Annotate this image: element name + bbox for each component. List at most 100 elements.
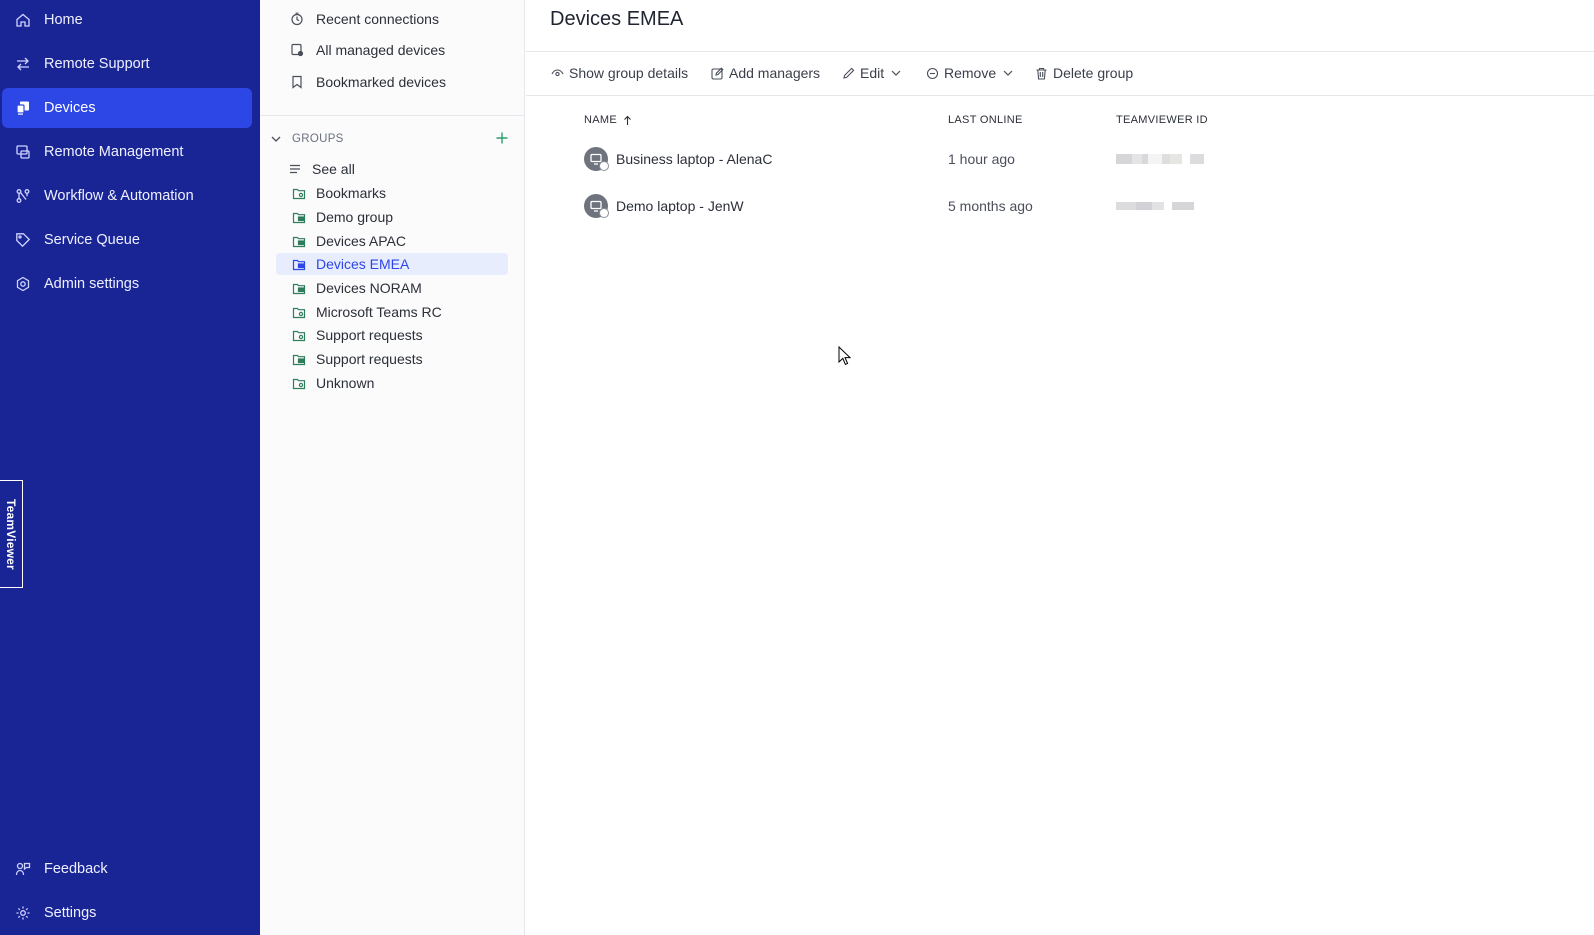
show-group-details-button[interactable]: Show group details xyxy=(551,65,688,81)
group-microsoft-teams-rc-label: Microsoft Teams RC xyxy=(316,304,442,320)
group-bookmarks-label: Bookmarks xyxy=(316,185,387,201)
home-icon xyxy=(14,11,32,29)
teamviewer-id-redacted xyxy=(1116,201,1194,210)
groups-header[interactable]: GROUPS xyxy=(270,129,515,149)
nav-admin-settings[interactable]: Admin settings xyxy=(2,264,252,304)
column-header-last-online[interactable]: LAST ONLINE xyxy=(948,114,1023,126)
device-last-online: 5 months ago xyxy=(948,198,1033,214)
group-unknown-label: Unknown xyxy=(316,375,375,391)
nav-workflow-label: Workflow & Automation xyxy=(44,188,194,204)
feedback-icon xyxy=(14,860,32,878)
managed-device-icon xyxy=(291,43,304,57)
group-microsoft-teams-rc[interactable]: Microsoft Teams RC xyxy=(276,301,508,323)
group-devices-emea-label: Devices EMEA xyxy=(316,256,410,272)
group-support-requests-1[interactable]: Support requests xyxy=(276,324,508,346)
devices-panel: Recent connections All managed devices B… xyxy=(260,0,525,935)
nav-feedback[interactable]: Feedback xyxy=(2,849,252,889)
edit-label: Edit xyxy=(860,65,885,81)
recent-connections-link[interactable]: Recent connections xyxy=(290,11,439,27)
column-header-name[interactable]: NAME xyxy=(584,114,633,126)
table-row[interactable]: Business laptop - AlenaC 1 hour ago xyxy=(584,139,1284,179)
remote-management-icon xyxy=(14,143,32,161)
nav-devices[interactable]: Devices xyxy=(2,88,252,128)
group-bookmarks[interactable]: Bookmarks xyxy=(276,182,508,204)
trash-icon xyxy=(1036,67,1047,80)
nav-remote-management-label: Remote Management xyxy=(44,144,184,160)
eye-icon xyxy=(551,68,564,76)
column-header-name-label: NAME xyxy=(584,114,617,126)
minus-circle-icon xyxy=(926,67,939,79)
all-managed-devices-link[interactable]: All managed devices xyxy=(290,42,445,58)
nav-remote-support[interactable]: Remote Support xyxy=(2,44,252,84)
panel-divider xyxy=(260,115,525,116)
nav-admin-settings-label: Admin settings xyxy=(44,276,140,292)
main-content: Devices EMEA Show group details Add mana… xyxy=(526,0,1594,935)
bookmarked-devices-link[interactable]: Bookmarked devices xyxy=(290,74,446,90)
group-demo-group-label: Demo group xyxy=(316,209,394,225)
chevron-down-icon xyxy=(1003,70,1013,76)
sort-ascending-icon xyxy=(624,115,631,125)
group-devices-emea[interactable]: Devices EMEA xyxy=(276,253,508,275)
delete-group-label: Delete group xyxy=(1053,65,1134,81)
recent-connections-label: Recent connections xyxy=(316,11,439,27)
bookmark-icon xyxy=(292,75,302,89)
table-row[interactable]: Demo laptop - JenW 5 months ago xyxy=(584,186,1284,226)
device-name: Demo laptop - JenW xyxy=(616,198,744,214)
nav-service-queue-label: Service Queue xyxy=(44,232,140,248)
edit-square-icon xyxy=(711,66,724,80)
pencil-icon xyxy=(843,67,855,79)
add-managers-button[interactable]: Add managers xyxy=(711,65,820,81)
group-unknown[interactable]: Unknown xyxy=(276,372,508,394)
group-icon xyxy=(292,283,306,295)
group-support-requests-2-label: Support requests xyxy=(316,351,423,367)
gear-icon xyxy=(14,904,32,922)
teamviewer-brand-tab[interactable]: TeamViewer xyxy=(0,480,23,588)
admin-gear-icon xyxy=(14,275,32,293)
group-see-all[interactable]: See all xyxy=(276,158,508,180)
group-icon xyxy=(292,354,306,366)
nav-workflow-automation[interactable]: Workflow & Automation xyxy=(2,176,252,216)
group-shared-icon xyxy=(292,188,306,200)
offline-status-indicator xyxy=(599,208,609,218)
group-shared-icon xyxy=(292,330,306,342)
add-group-icon[interactable] xyxy=(495,131,509,145)
clock-icon xyxy=(291,12,303,26)
group-demo-group[interactable]: Demo group xyxy=(276,206,508,228)
group-see-all-label: See all xyxy=(312,161,355,177)
group-devices-noram[interactable]: Devices NORAM xyxy=(276,277,508,299)
remove-dropdown[interactable]: Remove xyxy=(926,65,1014,81)
column-header-teamviewer-id-label: TEAMVIEWER ID xyxy=(1116,114,1208,126)
page-title: Devices EMEA xyxy=(550,8,684,30)
teamviewer-id-redacted xyxy=(1116,154,1204,164)
offline-status-indicator xyxy=(599,161,609,171)
mouse-cursor xyxy=(838,346,852,366)
device-last-online: 1 hour ago xyxy=(948,151,1015,167)
edit-dropdown[interactable]: Edit xyxy=(842,65,902,81)
tag-icon xyxy=(14,231,32,249)
nav-remote-management[interactable]: Remote Management xyxy=(2,132,252,172)
add-managers-label: Add managers xyxy=(729,65,821,81)
delete-group-button[interactable]: Delete group xyxy=(1035,65,1133,81)
nav-service-queue[interactable]: Service Queue xyxy=(2,220,252,260)
device-name: Business laptop - AlenaC xyxy=(616,151,773,167)
chevron-down-icon xyxy=(891,70,901,76)
group-toolbar: Show group details Add managers Edit Rem… xyxy=(526,51,1594,96)
group-devices-apac[interactable]: Devices APAC xyxy=(276,230,508,252)
nav-home-label: Home xyxy=(44,12,83,28)
group-support-requests-2[interactable]: Support requests xyxy=(276,348,508,370)
nav-feedback-label: Feedback xyxy=(44,861,108,877)
show-group-details-label: Show group details xyxy=(569,65,689,81)
workflow-icon xyxy=(14,187,32,205)
bookmarked-devices-label: Bookmarked devices xyxy=(316,74,446,90)
nav-remote-support-label: Remote Support xyxy=(44,56,150,72)
groups-header-label: GROUPS xyxy=(292,133,344,145)
column-header-teamviewer-id[interactable]: TEAMVIEWER ID xyxy=(1116,114,1208,126)
group-shared-icon xyxy=(292,378,306,390)
nav-settings[interactable]: Settings xyxy=(2,893,252,933)
devices-icon xyxy=(14,99,32,117)
group-icon xyxy=(292,259,306,271)
group-icon xyxy=(292,212,306,224)
teamviewer-brand-label: TeamViewer xyxy=(4,498,18,570)
group-shared-icon xyxy=(292,307,306,319)
nav-home[interactable]: Home xyxy=(2,0,252,40)
